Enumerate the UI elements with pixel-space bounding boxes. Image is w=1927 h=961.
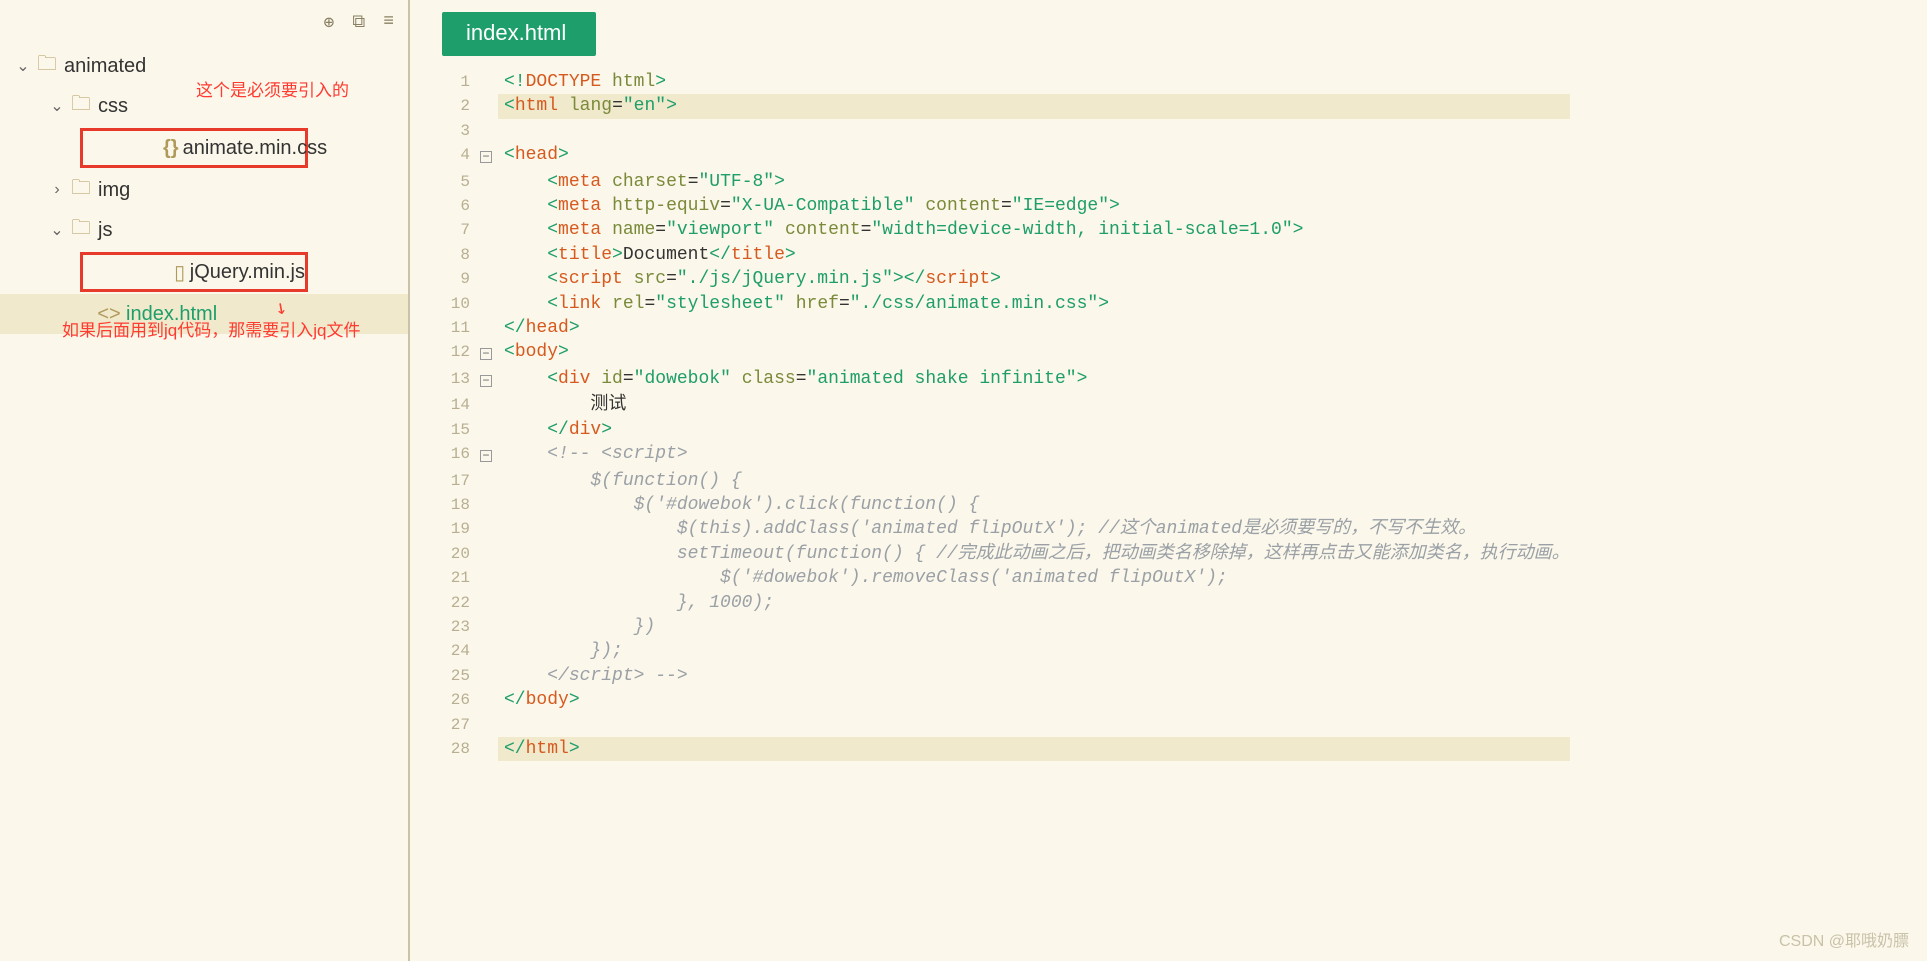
code-block[interactable]: 1<!DOCTYPE html>2<html lang="en">3 4−<he… (442, 70, 1570, 761)
file-explorer: ⊕ ⧉ ≡ ⌄ 🗀 animated 这个是必须要引入的 ⌄ 🗀 css {} … (0, 0, 410, 961)
tree-label: js (94, 219, 112, 242)
chevron-down-icon: ⌄ (46, 220, 68, 240)
tree-label: img (94, 179, 130, 202)
tree-label: css (94, 95, 128, 118)
target-icon[interactable]: ⊕ (323, 12, 334, 34)
watermark: CSDN @耶哦奶膘 (1779, 927, 1909, 951)
css-icon: {} (163, 137, 179, 160)
tree-label: animate.min.css (179, 137, 328, 160)
code-editor[interactable]: index.html 1<!DOCTYPE html>2<html lang="… (410, 0, 1927, 961)
tree-folder-img[interactable]: › 🗀 img (0, 170, 408, 210)
tree-file-jquery-js[interactable]: ▯ jQuery.min.js (80, 252, 308, 292)
tree-label: jQuery.min.js (186, 261, 305, 284)
folder-icon: 🗀 (68, 213, 94, 247)
folder-icon: 🗀 (34, 49, 60, 83)
file-tree: ⌄ 🗀 animated 这个是必须要引入的 ⌄ 🗀 css {} animat… (0, 40, 408, 334)
tree-file-animate-css[interactable]: {} animate.min.css (80, 128, 308, 168)
editor-tab[interactable]: index.html (442, 12, 596, 56)
tree-folder-js[interactable]: ⌄ 🗀 js (0, 210, 408, 250)
chevron-down-icon: ⌄ (12, 56, 34, 76)
menu-icon[interactable]: ≡ (383, 12, 394, 34)
js-icon: ▯ (173, 260, 185, 285)
collapse-icon[interactable]: ⧉ (352, 12, 365, 34)
chevron-down-icon: ⌄ (46, 96, 68, 116)
annotation-bottom: 如果后面用到jq代码，那需要引入jq文件 (62, 316, 360, 341)
folder-icon: 🗀 (68, 173, 94, 207)
tree-folder-css[interactable]: ⌄ 🗀 css (0, 86, 408, 126)
sidebar-toolbar: ⊕ ⧉ ≡ (0, 6, 408, 40)
tree-label: animated (60, 55, 146, 78)
folder-icon: 🗀 (68, 89, 94, 123)
chevron-right-icon: › (46, 181, 68, 199)
